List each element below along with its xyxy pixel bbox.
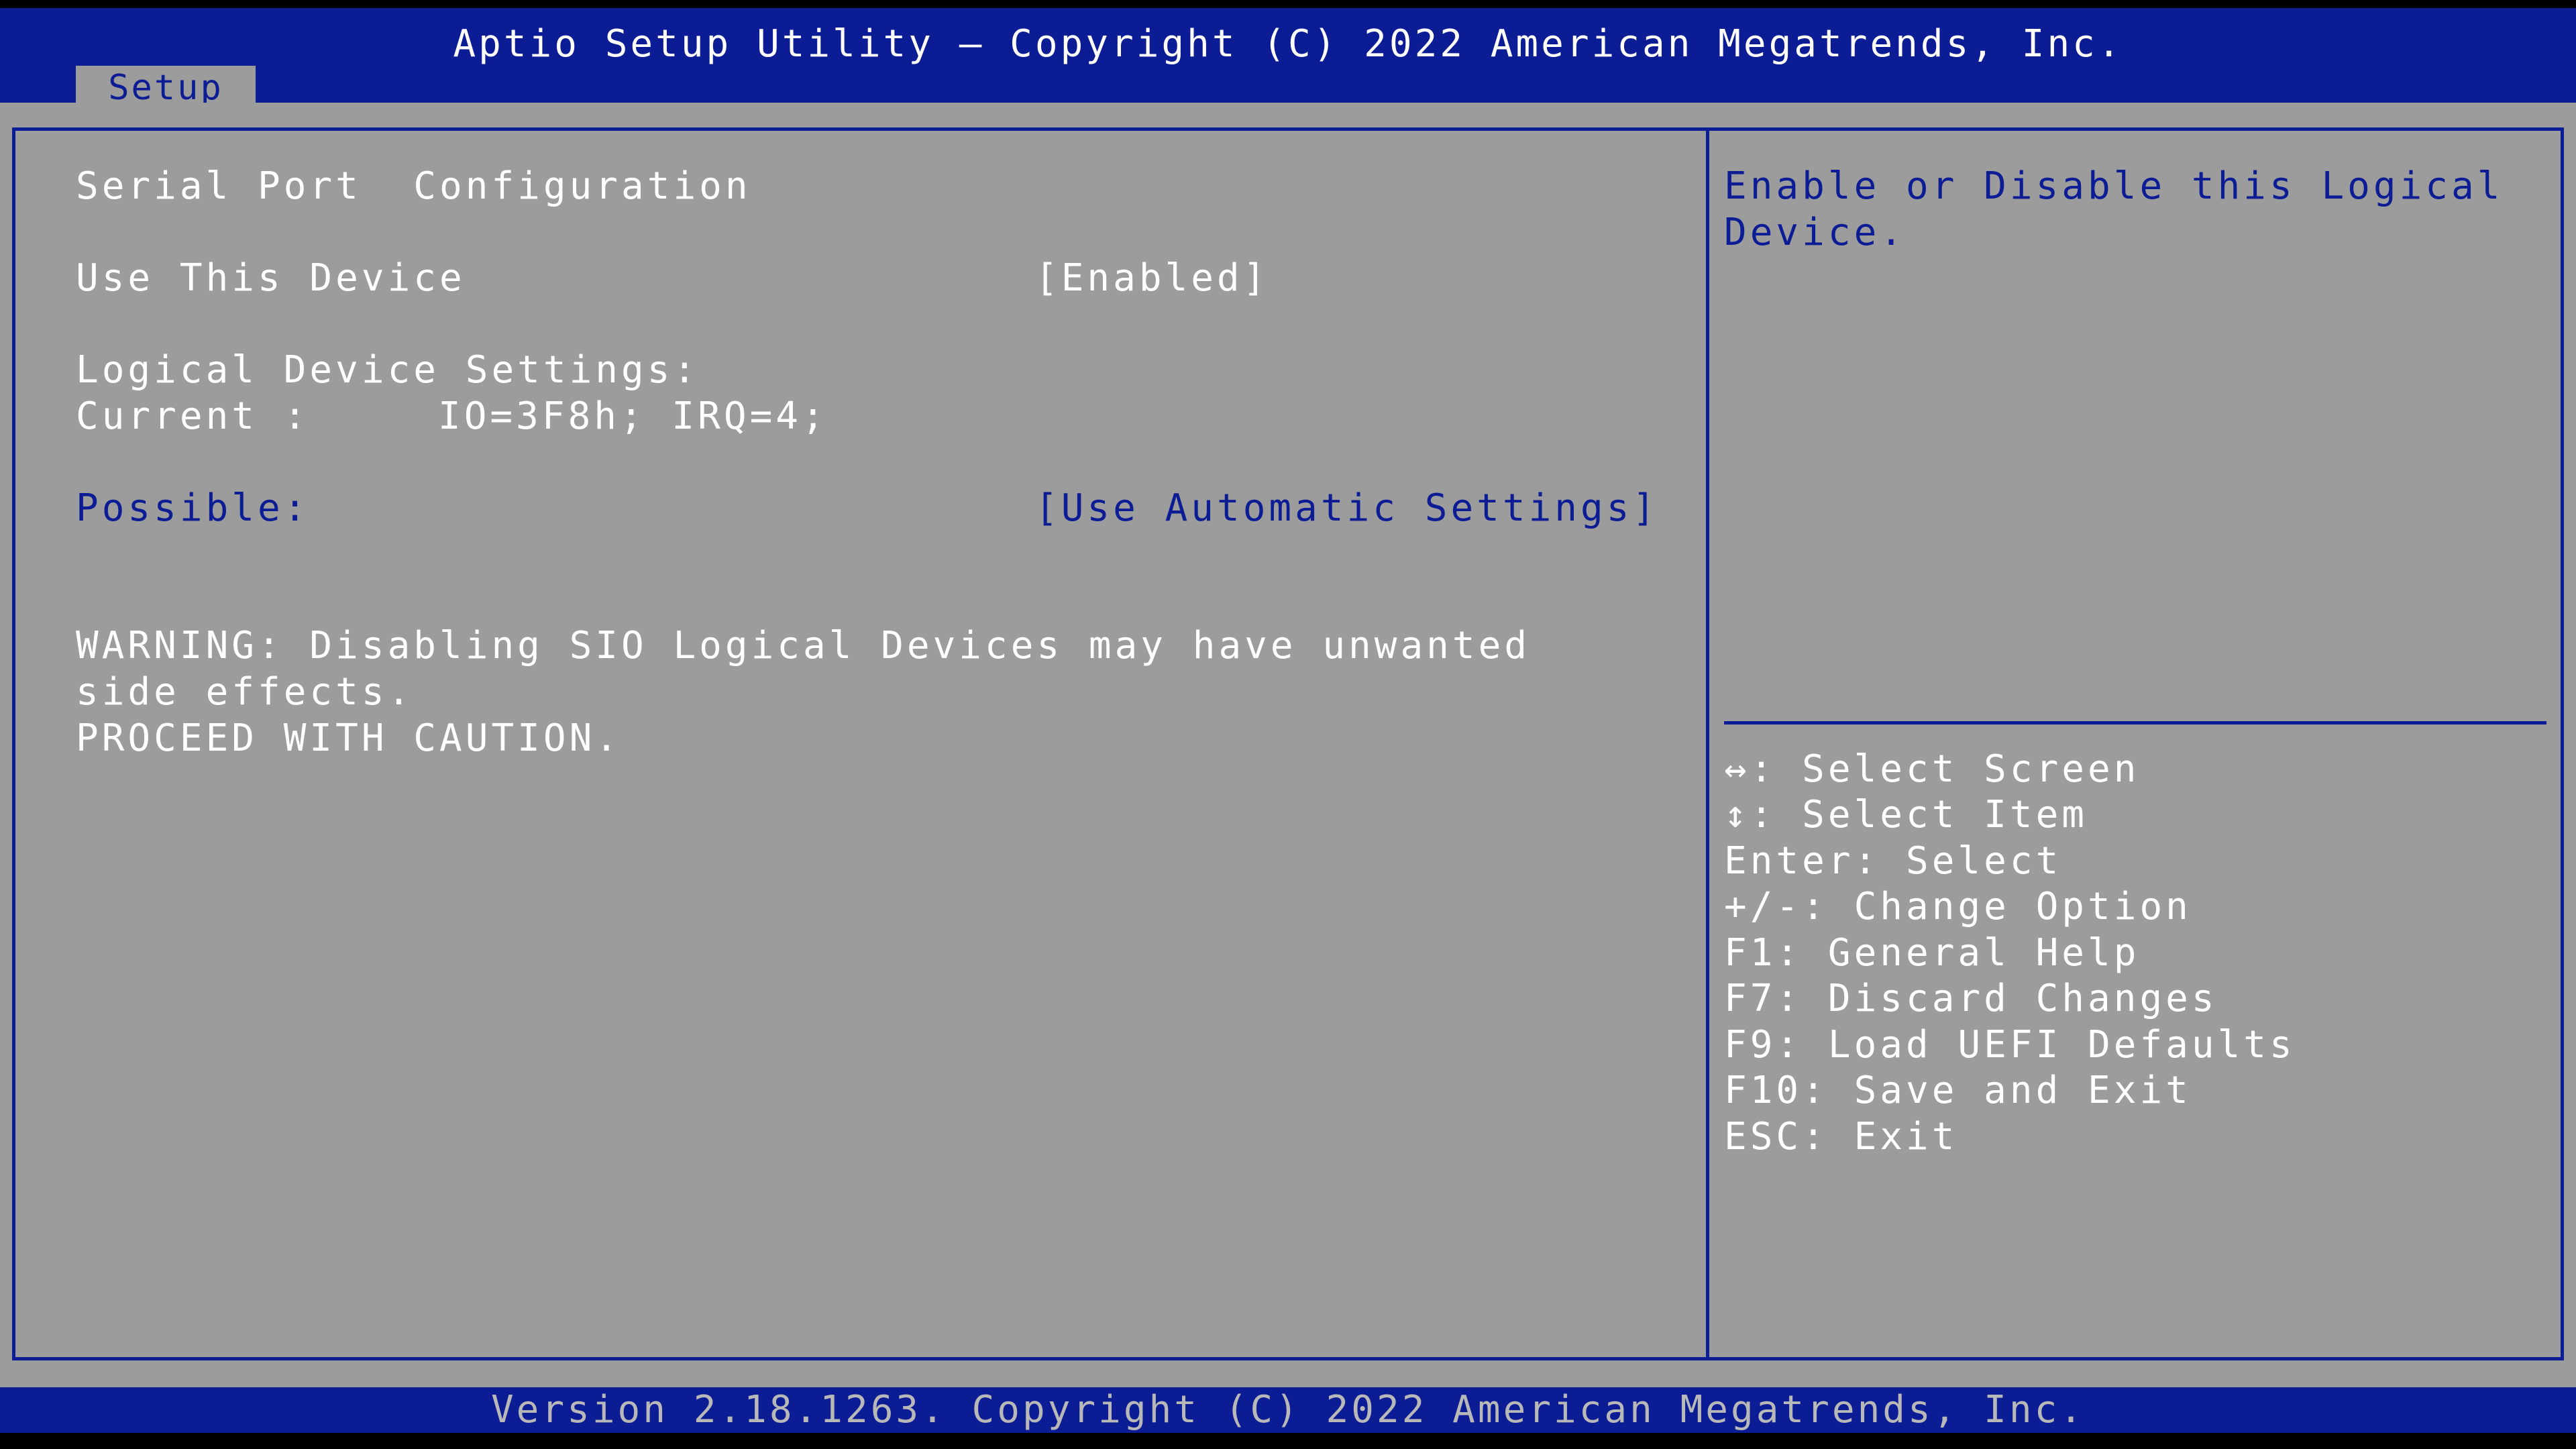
possible-label[interactable]: Possible:	[76, 486, 309, 531]
key-hint-exit: ESC: Exit	[1724, 1115, 1958, 1159]
help-description: Device.	[1724, 211, 1907, 254]
help-description: Enable or Disable this Logical	[1724, 164, 2504, 208]
key-hint-select-screen: ↔: Select Screen	[1724, 747, 2140, 791]
key-hint-change-option: +/-: Change Option	[1724, 885, 2192, 928]
logical-settings-label: Logical Device Settings:	[76, 348, 700, 392]
key-hint-general-help: F1: General Help	[1724, 931, 2140, 975]
key-hint-discard-changes: F7: Discard Changes	[1724, 977, 2218, 1020]
possible-value[interactable]: [Use Automatic Settings]	[1035, 486, 1658, 531]
current-value: IO=3F8h; IRQ=4;	[438, 394, 828, 438]
utility-title: Aptio Setup Utility – Copyright (C) 2022…	[453, 22, 2123, 66]
warning-line: PROCEED WITH CAUTION.	[76, 716, 622, 760]
bios-screen: Aptio Setup Utility – Copyright (C) 2022…	[0, 0, 2576, 1449]
title-bar: Aptio Setup Utility – Copyright (C) 2022…	[0, 8, 2576, 111]
version-info: Version 2.18.1263. Copyright (C) 2022 Am…	[490, 1388, 2086, 1432]
warning-line: WARNING: Disabling SIO Logical Devices m…	[76, 624, 1531, 667]
help-divider	[1724, 721, 2546, 724]
page-title: Serial Port Configuration	[76, 164, 751, 208]
use-device-label[interactable]: Use This Device	[76, 256, 466, 301]
footer-bar: Version 2.18.1263. Copyright (C) 2022 Am…	[0, 1387, 2576, 1433]
main-area: Serial Port Configuration Use This Devic…	[0, 103, 2576, 1387]
help-panel: Enable or Disable this Logical Device. ↔…	[1709, 127, 2564, 1360]
key-hint-select-item: ↕: Select Item	[1724, 793, 2088, 837]
key-hint-save-exit: F10: Save and Exit	[1724, 1069, 2192, 1112]
use-device-value[interactable]: [Enabled]	[1035, 256, 1269, 301]
current-label: Current :	[76, 394, 310, 438]
key-hint-enter: Enter: Select	[1724, 839, 2062, 883]
key-hint-load-defaults: F9: Load UEFI Defaults	[1724, 1023, 2296, 1067]
warning-line: side effects.	[76, 670, 414, 714]
settings-panel: Serial Port Configuration Use This Devic…	[12, 127, 1709, 1360]
